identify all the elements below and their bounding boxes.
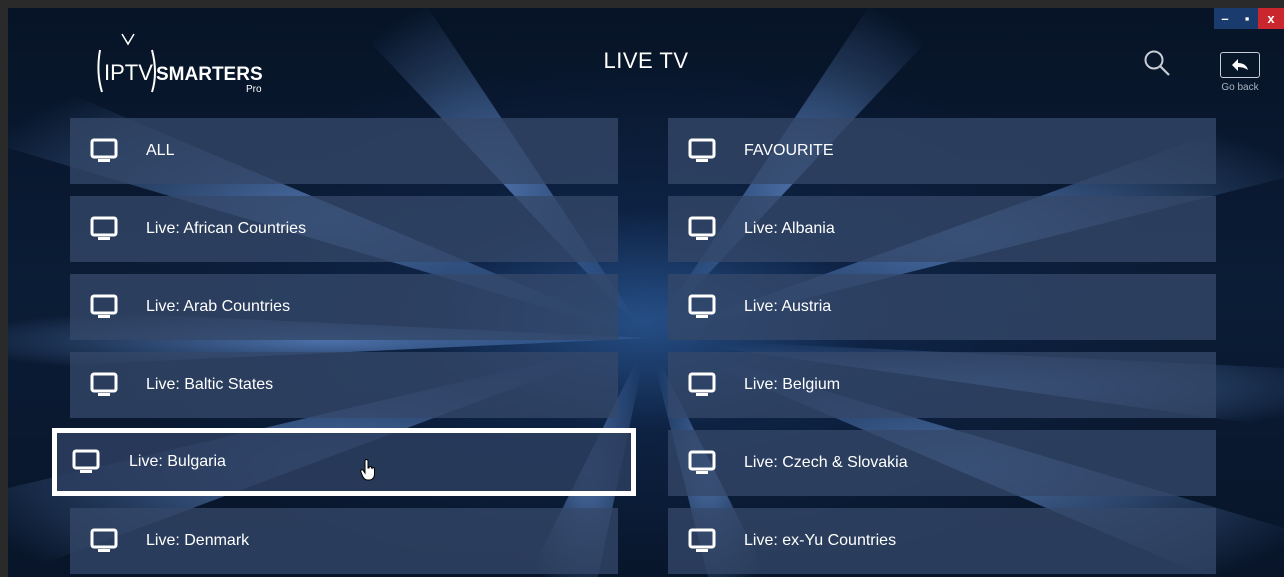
go-back-label: Go back	[1221, 82, 1259, 93]
category-label: FAVOURITE	[744, 142, 834, 159]
category-label: Live: Albania	[744, 220, 835, 237]
category-label: Live: ex-Yu Countries	[744, 532, 897, 549]
monitor-icon	[688, 528, 716, 552]
category-label: Live: Belgium	[744, 376, 841, 393]
monitor-icon	[688, 216, 716, 240]
monitor-icon	[688, 372, 716, 396]
category-item-ex-yu-countries[interactable]: Live: ex-Yu Countries	[668, 508, 1216, 574]
monitor-icon	[90, 528, 118, 552]
category-item-albania[interactable]: Live: Albania	[668, 196, 1216, 262]
category-item-denmark[interactable]: Live: Denmark	[70, 508, 618, 574]
category-label: Live: Austria	[744, 298, 832, 315]
category-label: Live: Czech & Slovakia	[744, 454, 908, 471]
monitor-icon	[688, 138, 716, 162]
category-item-austria[interactable]: Live: Austria	[668, 274, 1216, 340]
monitor-icon	[72, 449, 100, 473]
go-back-button[interactable]: Go back	[1214, 52, 1266, 102]
category-item-all[interactable]: ALL	[70, 118, 618, 184]
hand-cursor-icon	[360, 459, 376, 481]
category-item-favourite[interactable]: FAVOURITE	[668, 118, 1216, 184]
monitor-icon	[90, 294, 118, 318]
window-controls: – ▪ x	[1214, 8, 1284, 29]
category-item-bulgaria[interactable]: Live: Bulgaria	[52, 428, 636, 496]
page-title: LIVE TV	[603, 48, 689, 73]
category-label: ALL	[146, 142, 175, 159]
monitor-icon	[90, 138, 118, 162]
category-label: Live: Bulgaria	[129, 453, 226, 470]
back-arrow-icon	[1232, 59, 1248, 71]
app-window: – ▪ x IPTV SMARTERS Pro LIVE TV Go back …	[8, 8, 1284, 577]
minimize-button[interactable]: –	[1214, 8, 1236, 29]
monitor-icon	[688, 294, 716, 318]
category-label: Live: Denmark	[146, 532, 250, 549]
category-item-arab-countries[interactable]: Live: Arab Countries	[70, 274, 618, 340]
search-icon[interactable]	[1142, 48, 1172, 78]
restore-button[interactable]: ▪	[1236, 8, 1258, 29]
monitor-icon	[90, 372, 118, 396]
category-label: Live: African Countries	[146, 220, 307, 237]
close-button[interactable]: x	[1258, 8, 1284, 29]
monitor-icon	[90, 216, 118, 240]
category-label: Live: Baltic States	[146, 376, 274, 393]
category-item-belgium[interactable]: Live: Belgium	[668, 352, 1216, 418]
brand-pro: Pro	[246, 84, 262, 95]
monitor-icon	[688, 450, 716, 474]
category-label: Live: Arab Countries	[146, 298, 291, 315]
category-item-czech-slovakia[interactable]: Live: Czech & Slovakia	[668, 430, 1216, 496]
category-item-baltic-states[interactable]: Live: Baltic States	[70, 352, 618, 418]
category-item-african-countries[interactable]: Live: African Countries	[70, 196, 618, 262]
